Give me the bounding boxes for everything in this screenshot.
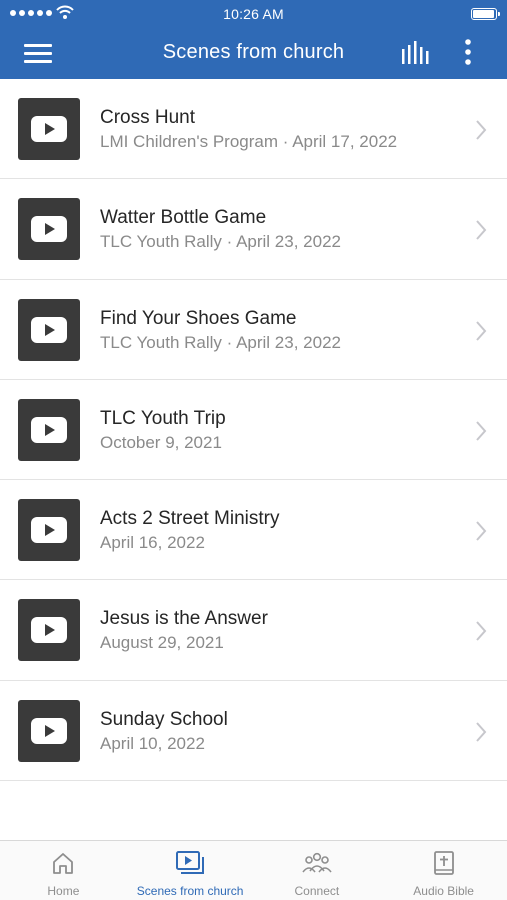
play-icon — [31, 717, 67, 744]
list-item[interactable]: Cross Hunt LMI Children's Program · Apri… — [0, 79, 507, 180]
bible-icon — [433, 851, 454, 875]
video-thumbnail — [18, 98, 80, 160]
status-bar: 10:26 AM — [0, 0, 507, 28]
item-title: Sunday School — [100, 708, 228, 730]
item-title: Cross Hunt — [100, 107, 196, 128]
chevron-right-icon — [476, 120, 487, 140]
home-icon — [53, 853, 74, 874]
item-subtitle: October 9, 2021 — [100, 432, 222, 452]
play-icon — [31, 416, 67, 443]
play-icon — [31, 116, 67, 142]
item-subtitle: August 29, 2021 — [100, 633, 224, 653]
tab-label: Connect — [294, 884, 340, 898]
page-title: Scenes from church — [162, 41, 345, 63]
battery-icon — [471, 8, 500, 20]
people-icon — [302, 852, 332, 873]
tab-scenes-from-church[interactable]: Scenes from church — [127, 841, 254, 900]
chevron-right-icon — [476, 220, 487, 240]
item-subtitle: TLC Youth Rally · April 23, 2022 — [100, 232, 341, 252]
chevron-right-icon — [476, 722, 487, 742]
list-item[interactable]: Acts 2 Street Ministry April 16, 2022 — [0, 480, 507, 581]
nav-bar: Scenes from church — [0, 28, 507, 79]
video-thumbnail — [18, 198, 80, 261]
chevron-right-icon — [476, 621, 487, 642]
video-thumbnail — [18, 398, 80, 461]
video-thumbnail — [18, 298, 80, 361]
item-subtitle: April 16, 2022 — [100, 533, 205, 553]
video-thumbnail — [18, 499, 80, 562]
item-title: TLC Youth Trip — [100, 407, 226, 429]
chevron-right-icon — [476, 320, 487, 341]
tab-label: Home — [47, 884, 80, 898]
list-item[interactable]: Sunday School April 10, 2022 — [0, 680, 507, 782]
play-icon — [31, 617, 67, 644]
list-item[interactable]: Watter Bottle Game TLC Youth Rally · Apr… — [0, 179, 507, 280]
status-time: 10:26 AM — [223, 6, 284, 22]
item-title: Watter Bottle Game — [100, 207, 267, 229]
app-header: 10:26 AM Scenes from church — [0, 0, 507, 79]
item-title: Jesus is the Answer — [100, 608, 268, 630]
chevron-right-icon — [476, 421, 487, 441]
video-library-icon — [176, 851, 205, 874]
item-subtitle: LMI Children's Program · April 17, 2022 — [100, 132, 398, 151]
audio-levels-icon[interactable] — [400, 40, 430, 66]
play-icon — [31, 517, 67, 544]
video-thumbnail — [18, 599, 80, 662]
play-icon — [31, 216, 67, 243]
tab-label: Scenes from church — [136, 884, 244, 898]
play-icon — [31, 316, 67, 343]
item-subtitle: April 10, 2022 — [100, 733, 205, 753]
list-item[interactable]: Find Your Shoes Game TLC Youth Rally · A… — [0, 279, 507, 380]
tab-audio-bible[interactable]: Audio Bible — [380, 841, 507, 900]
video-list: Cross Hunt LMI Children's Program · Apri… — [0, 79, 507, 782]
video-thumbnail — [18, 699, 80, 762]
chevron-right-icon — [476, 521, 487, 541]
tab-home[interactable]: Home — [0, 841, 127, 900]
item-subtitle: TLC Youth Rally · April 23, 2022 — [100, 332, 341, 352]
list-item[interactable]: TLC Youth Trip October 9, 2021 — [0, 379, 507, 481]
tab-label: Audio Bible — [413, 884, 474, 898]
list-item[interactable]: Jesus is the Answer August 29, 2021 — [0, 580, 507, 681]
more-options-icon[interactable] — [458, 38, 478, 68]
tab-connect[interactable]: Connect — [254, 841, 381, 900]
tab-bar: Home Scenes from church Connect Audio Bi… — [0, 840, 507, 900]
item-title: Find Your Shoes Game — [100, 307, 297, 329]
item-title: Acts 2 Street Ministry — [100, 508, 280, 530]
